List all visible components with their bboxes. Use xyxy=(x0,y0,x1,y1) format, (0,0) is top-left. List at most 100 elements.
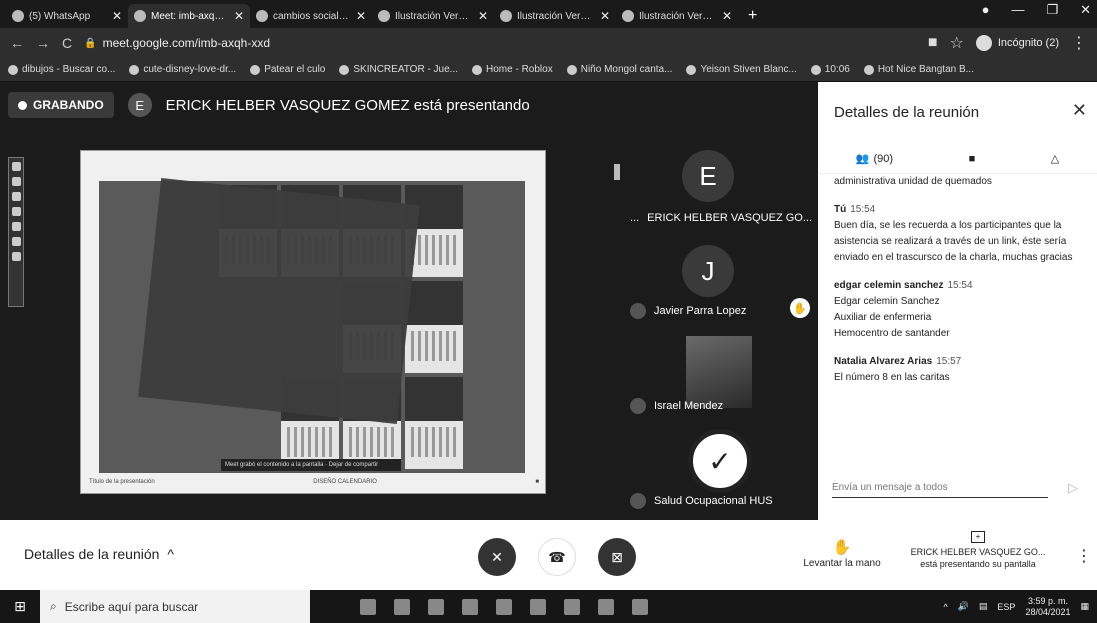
system-tray: ^ 🔊 ▤ ESP 3:59 p. m. 28/04/2021 ▦ xyxy=(943,590,1089,623)
powerpoint-icon[interactable] xyxy=(530,598,546,615)
participant-tile[interactable]: J Javier Parra Lopez xyxy=(622,237,812,327)
bookmark-item[interactable]: Yeison Stiven Blanc... xyxy=(686,64,797,75)
bookmark-item[interactable]: 10:06 xyxy=(810,64,850,75)
rotated-overlay-shape xyxy=(138,178,420,424)
bookmark-item[interactable]: Home - Roblox xyxy=(472,64,553,75)
reload-icon[interactable]: C xyxy=(62,35,72,51)
tab-ilustracion-3[interactable]: Ilustración Verde Día... ✕ xyxy=(616,4,738,28)
clock[interactable]: 3:59 p. m. 28/04/2021 xyxy=(1025,596,1070,618)
bookmark-item[interactable]: Niño Mongol canta... xyxy=(566,64,672,75)
chevron-up-icon: ^ xyxy=(167,546,174,562)
sharing-text: está presentando su pantalla xyxy=(920,559,1036,569)
text-tool-icon[interactable] xyxy=(11,237,21,246)
excel-icon[interactable] xyxy=(462,598,478,615)
star-icon[interactable]: ☆ xyxy=(950,33,964,53)
clock-date: 28/04/2021 xyxy=(1025,606,1071,617)
camera-off-button[interactable]: ⊠ xyxy=(598,538,636,576)
close-tab-icon[interactable]: ✕ xyxy=(600,9,610,23)
chevron-up-icon[interactable]: ^ xyxy=(943,602,947,612)
mic-off-button[interactable]: ✕ xyxy=(478,538,516,576)
presentation-header: GRABANDO E ERICK HELBER VASQUEZ GOMEZ es… xyxy=(8,92,530,118)
participant-tile[interactable]: ✓ Salud Ocupacional HUS xyxy=(622,427,812,517)
tab-whatsapp[interactable]: (5) WhatsApp ✕ xyxy=(6,4,128,28)
lang-label[interactable]: ESP xyxy=(997,602,1015,612)
eraser-tool-icon[interactable] xyxy=(11,177,21,186)
raise-hand-button[interactable]: ✋ Levantar la mano xyxy=(796,538,888,569)
bookmark-item[interactable]: SKINCREATOR - Jue... xyxy=(339,64,458,75)
tab-label: Meet: imb-axqh-... xyxy=(151,10,229,22)
forward-icon[interactable]: → xyxy=(36,35,50,51)
windows-start-icon[interactable]: ⊞ xyxy=(0,590,40,623)
participant-tile[interactable]: Israel Mendez xyxy=(622,332,812,422)
google-icon xyxy=(8,64,18,75)
canva-icon xyxy=(622,10,634,22)
whatsapp-icon xyxy=(12,10,24,22)
incognito-badge[interactable]: Incógnito (2) xyxy=(975,35,1059,51)
hang-up-button[interactable]: ☎ xyxy=(538,538,576,576)
menu-kebab-icon[interactable]: ⋮ xyxy=(1071,33,1087,53)
slide-footer-mid: DISEÑO CALENDARIO xyxy=(313,479,377,485)
chat-input[interactable]: Envía un mensaje a todos xyxy=(832,478,1048,498)
bookmark-icon xyxy=(472,64,483,75)
bookmark-item[interactable]: Hot Nice Bangtan B... xyxy=(863,64,974,75)
cortana-icon[interactable] xyxy=(360,598,376,615)
volume-icon[interactable]: 🔊 xyxy=(958,601,969,612)
close-icon[interactable]: ✕ xyxy=(1080,2,1091,18)
file-explorer-icon[interactable] xyxy=(428,598,444,615)
task-view-icon[interactable] xyxy=(394,598,410,615)
close-tab-icon[interactable]: ✕ xyxy=(722,9,732,23)
meeting-details-button[interactable]: Detalles de la reunión ^ xyxy=(24,546,174,562)
windows-taskbar: ⊞ ⌕ Escribe aquí para buscar ^ 🔊 ▤ ESP 3:… xyxy=(0,590,1097,623)
tab-ilustracion-2[interactable]: Ilustración Verde Día... ✕ xyxy=(494,4,616,28)
meeting-details-panel: Detalles de la reunión ✕ 👥 (90) ■ △ admin… xyxy=(818,82,1097,570)
maximize-icon[interactable]: ❐ xyxy=(1046,2,1058,18)
tab-chat[interactable]: ■ xyxy=(969,153,976,165)
taskbar-apps xyxy=(360,598,648,615)
bookmark-item[interactable]: cute-disney-love-dr... xyxy=(129,64,236,75)
taskbar-search[interactable]: ⌕ Escribe aquí para buscar xyxy=(40,590,310,623)
undo-tool-icon[interactable] xyxy=(11,252,21,261)
photos-icon[interactable] xyxy=(632,598,648,615)
send-icon[interactable]: ▷ xyxy=(1068,480,1078,496)
tab-cambios-sociales[interactable]: cambios sociales Goo... ✕ xyxy=(250,4,372,28)
bookmark-icon xyxy=(339,64,350,75)
color-tool-icon[interactable] xyxy=(11,207,21,216)
tab-meet[interactable]: Meet: imb-axqh-... ✕ xyxy=(128,4,250,28)
message-time: 15:54 xyxy=(850,204,876,215)
tile-scroll-handle[interactable] xyxy=(614,164,620,180)
pen-tool-icon[interactable] xyxy=(11,162,21,171)
marker-tool-icon[interactable] xyxy=(11,192,21,201)
close-tab-icon[interactable]: ✕ xyxy=(234,9,244,23)
url-field[interactable]: 🔒 meet.google.com/imb-axqh-xxd xyxy=(84,36,916,50)
word-icon[interactable] xyxy=(598,598,614,615)
close-tab-icon[interactable]: ✕ xyxy=(478,9,488,23)
screen-share-banner[interactable]: Meet grabó el contenido a la pantalla · … xyxy=(221,459,401,471)
slide-footer-left: Título de la presentación xyxy=(89,479,155,485)
camera-icon[interactable]: ■ xyxy=(928,34,938,52)
new-tab-button[interactable]: + xyxy=(738,4,767,28)
bookmark-item[interactable]: dibujos - Buscar co... xyxy=(8,64,115,75)
app-icon[interactable] xyxy=(564,598,580,615)
close-tab-icon[interactable]: ✕ xyxy=(356,9,366,23)
notifications-icon[interactable]: ▦ xyxy=(1080,601,1089,612)
record-icon[interactable]: ● xyxy=(982,2,990,18)
bookmark-label: 10:06 xyxy=(824,64,850,75)
message-time: 15:57 xyxy=(936,356,962,367)
minimize-icon[interactable]: — xyxy=(1011,2,1024,18)
network-icon[interactable]: ▤ xyxy=(979,601,988,612)
chat-message: edgar celemin sanchez 15:54 Edgar celemin … xyxy=(834,278,1084,342)
more-options-icon[interactable]: ... xyxy=(630,212,639,224)
participant-tile[interactable]: E ... ERICK HELBER VASQUEZ GO... xyxy=(622,142,812,232)
tab-activities[interactable]: △ xyxy=(1051,152,1059,165)
tab-ilustracion-1[interactable]: Ilustración Verde Día... ✕ xyxy=(372,4,494,28)
presenting-indicator[interactable]: + ERICK HELBER VASQUEZ GO... está presenta… xyxy=(898,530,1058,570)
close-icon[interactable]: ✕ xyxy=(1072,100,1087,121)
tab-people[interactable]: 👥 (90) xyxy=(856,152,893,166)
more-options-icon[interactable]: ⋮ xyxy=(1076,546,1092,566)
chrome-icon[interactable] xyxy=(496,598,512,615)
back-icon[interactable]: ← xyxy=(10,35,24,51)
shape-tool-icon[interactable] xyxy=(11,222,21,231)
participant-name: Salud Ocupacional HUS xyxy=(654,495,773,507)
bookmark-item[interactable]: Patear el culo xyxy=(250,64,325,75)
close-tab-icon[interactable]: ✕ xyxy=(112,9,122,23)
